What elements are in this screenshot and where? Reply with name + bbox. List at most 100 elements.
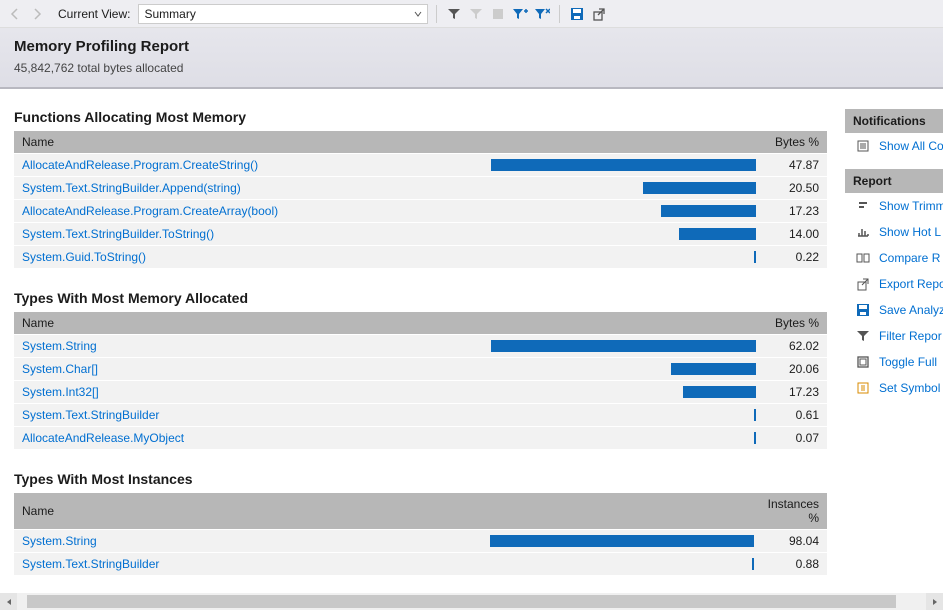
row-value: 20.06 xyxy=(756,358,827,381)
bar-icon xyxy=(683,386,757,398)
table-row: System.Text.StringBuilder 0.88 xyxy=(14,553,827,576)
table-row: System.String 62.02 xyxy=(14,335,827,358)
arrow-left-icon xyxy=(9,8,21,20)
row-link[interactable]: System.Text.StringBuilder xyxy=(14,404,491,427)
trim-icon xyxy=(855,198,871,214)
row-link[interactable]: System.Text.StringBuilder xyxy=(14,553,490,576)
toolbar-separator xyxy=(436,5,437,23)
types-mem-table: Name Bytes % System.String62.02System.Ch… xyxy=(14,312,827,449)
filter-remove-button[interactable] xyxy=(533,5,551,23)
col-bar xyxy=(490,493,754,530)
table-row: AllocateAndRelease.MyObject 0.07 xyxy=(14,427,827,450)
filter-button[interactable] xyxy=(445,5,463,23)
fullscreen-icon xyxy=(855,354,871,370)
row-link[interactable]: System.Text.StringBuilder.ToString() xyxy=(14,223,491,246)
bar-icon xyxy=(679,228,757,240)
row-link[interactable]: AllocateAndRelease.Program.CreateString(… xyxy=(14,154,491,177)
funnel-icon xyxy=(469,7,483,21)
row-link[interactable]: System.Char[] xyxy=(14,358,491,381)
main-content: Functions Allocating Most Memory Name By… xyxy=(0,89,845,594)
report-link[interactable]: Save Analyz xyxy=(845,297,943,323)
col-name: Name xyxy=(14,493,490,530)
filter-icon xyxy=(855,328,871,344)
show-all-link[interactable]: Show All Co xyxy=(845,133,943,159)
side-panel: Notifications Show All Co Report Show Tr… xyxy=(845,89,943,594)
col-bar xyxy=(491,131,756,154)
report-link-label: Toggle Full xyxy=(879,355,937,369)
row-value: 0.61 xyxy=(756,404,827,427)
row-link[interactable]: System.Guid.ToString() xyxy=(14,246,491,269)
report-title: Memory Profiling Report xyxy=(14,38,929,55)
compare-icon xyxy=(855,250,871,266)
view-dropdown-value: Summary xyxy=(144,7,195,21)
report-panel: Report Show TrimmShow Hot LCompare RExpo… xyxy=(845,169,943,401)
show-all-label: Show All Co xyxy=(879,139,943,153)
report-link[interactable]: Show Trimm xyxy=(845,193,943,219)
report-link[interactable]: Set Symbol xyxy=(845,375,943,401)
row-value: 62.02 xyxy=(756,335,827,358)
row-bar-cell xyxy=(491,246,756,269)
row-bar-cell xyxy=(491,335,756,358)
row-bar-cell xyxy=(491,358,756,381)
current-view-label: Current View: xyxy=(58,7,130,21)
row-value: 14.00 xyxy=(756,223,827,246)
horizontal-scrollbar[interactable] xyxy=(0,593,943,610)
bar-icon xyxy=(643,182,757,194)
bar-icon xyxy=(661,205,756,217)
row-link[interactable]: System.Text.StringBuilder.Append(string) xyxy=(14,177,491,200)
report-link-label: Save Analyz xyxy=(879,303,943,317)
table-row: AllocateAndRelease.Program.CreateArray(b… xyxy=(14,200,827,223)
scroll-thumb[interactable] xyxy=(27,595,896,608)
filter-add-button[interactable] xyxy=(511,5,529,23)
col-val: Instances % xyxy=(754,493,827,530)
hot-icon xyxy=(855,224,871,240)
save-button[interactable] xyxy=(568,5,586,23)
table-row: AllocateAndRelease.Program.CreateString(… xyxy=(14,154,827,177)
col-name: Name xyxy=(14,131,491,154)
report-link[interactable]: Toggle Full xyxy=(845,349,943,375)
row-value: 17.23 xyxy=(756,200,827,223)
view-dropdown[interactable]: Summary xyxy=(138,4,428,24)
report-link[interactable]: Compare R xyxy=(845,245,943,271)
report-link[interactable]: Filter Repor xyxy=(845,323,943,349)
functions-tbody: AllocateAndRelease.Program.CreateString(… xyxy=(14,154,827,269)
table-row: System.Text.StringBuilder.ToString() 14.0… xyxy=(14,223,827,246)
filter-disabled-button xyxy=(467,5,485,23)
report-link[interactable]: Show Hot L xyxy=(845,219,943,245)
col-name: Name xyxy=(14,312,491,335)
row-link[interactable]: AllocateAndRelease.Program.CreateArray(b… xyxy=(14,200,491,223)
row-bar-cell xyxy=(491,200,756,223)
row-bar-cell xyxy=(491,381,756,404)
table-row: System.Char[] 20.06 xyxy=(14,358,827,381)
bar-icon xyxy=(491,340,756,352)
export-button[interactable] xyxy=(590,5,608,23)
col-val: Bytes % xyxy=(756,131,827,154)
types-inst-table: Name Instances % System.String98.04Syste… xyxy=(14,493,827,575)
scroll-right-button[interactable] xyxy=(926,593,943,610)
row-value: 17.23 xyxy=(756,381,827,404)
scroll-track[interactable] xyxy=(17,593,926,610)
row-value: 0.88 xyxy=(754,553,827,576)
row-link[interactable]: System.String xyxy=(14,335,491,358)
table-row: System.Int32[] 17.23 xyxy=(14,381,827,404)
row-bar-cell xyxy=(491,223,756,246)
row-link[interactable]: System.String xyxy=(14,530,490,553)
report-link[interactable]: Export Repo xyxy=(845,271,943,297)
arrow-right-icon xyxy=(31,8,43,20)
report-panel-header: Report xyxy=(845,169,943,193)
scroll-left-button[interactable] xyxy=(0,593,17,610)
row-link[interactable]: AllocateAndRelease.MyObject xyxy=(14,427,491,450)
triangle-left-icon xyxy=(5,598,13,606)
floppy-icon xyxy=(570,7,584,21)
types-inst-tbody: System.String98.04System.Text.StringBuil… xyxy=(14,530,827,576)
funnel-x-icon xyxy=(534,7,550,21)
row-value: 47.87 xyxy=(756,154,827,177)
row-value: 0.07 xyxy=(756,427,827,450)
toolbar: Current View: Summary xyxy=(0,0,943,28)
col-val: Bytes % xyxy=(756,312,827,335)
funnel-plus-icon xyxy=(512,7,528,21)
functions-table: Name Bytes % AllocateAndRelease.Program.… xyxy=(14,131,827,268)
bar-icon xyxy=(490,535,754,547)
row-link[interactable]: System.Int32[] xyxy=(14,381,491,404)
row-bar-cell xyxy=(490,530,754,553)
